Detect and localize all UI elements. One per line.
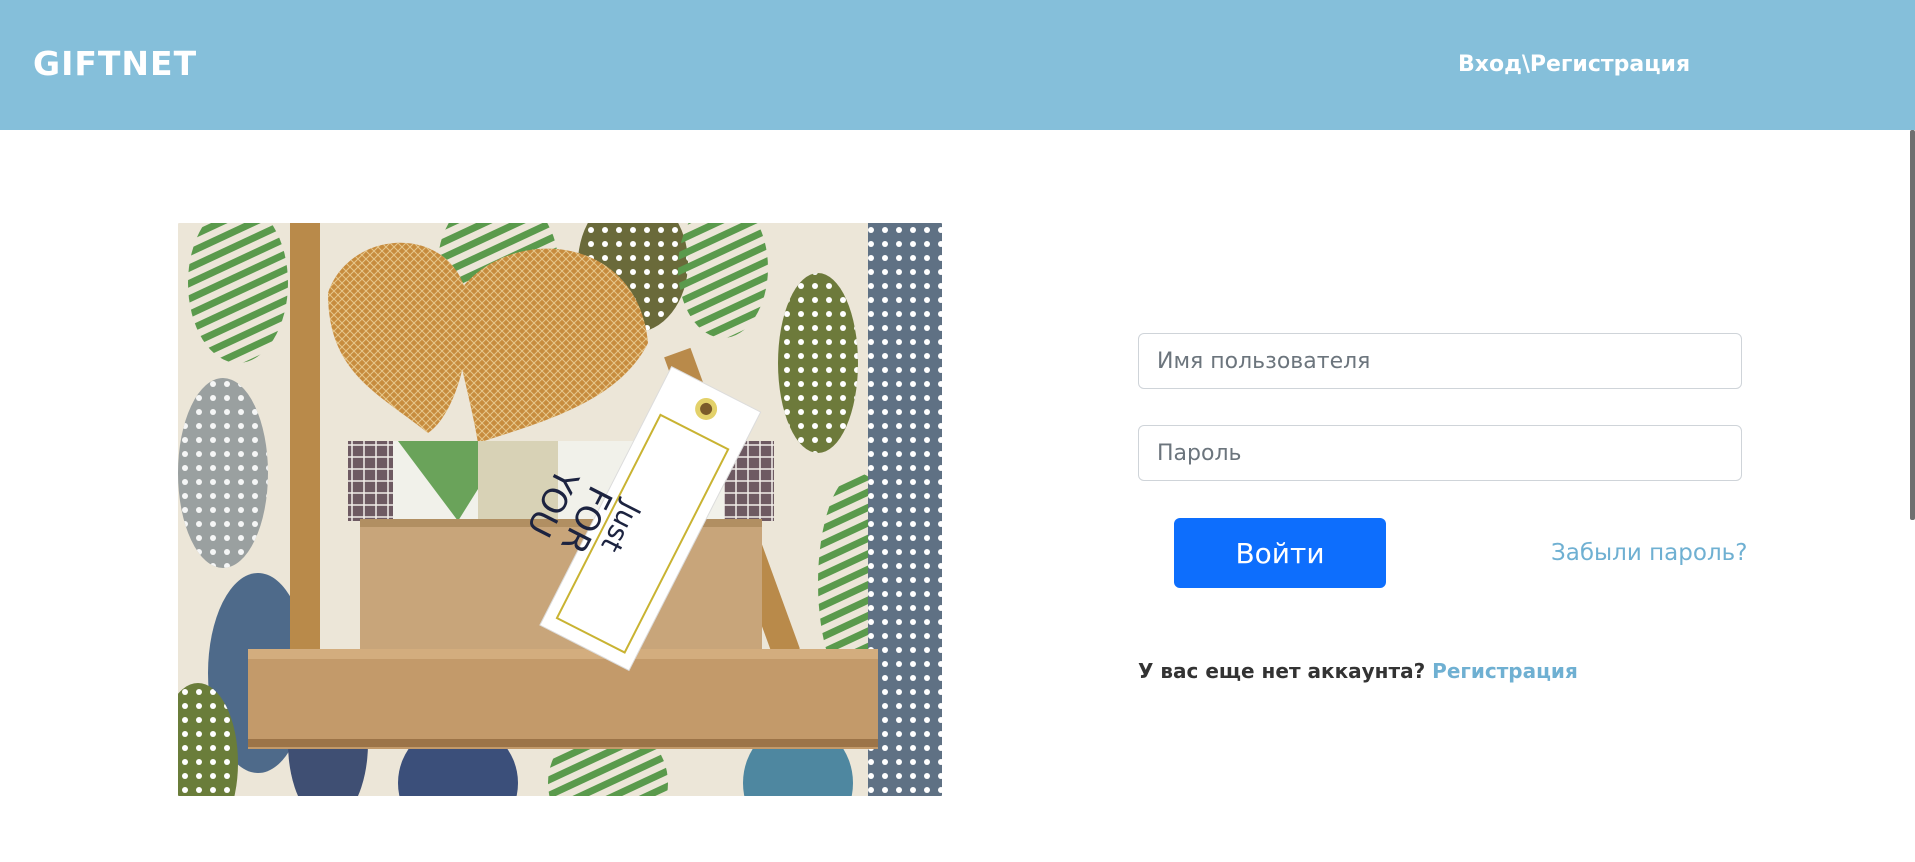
site-logo[interactable]: GIFTNET [33, 44, 197, 84]
login-register-link[interactable]: Вход\Регистрация [1458, 50, 1690, 80]
username-input[interactable] [1138, 333, 1742, 389]
page-scrollbar[interactable] [1910, 130, 1915, 520]
forgot-password-link[interactable]: Забыли пароль? [1551, 538, 1747, 568]
gift-image: Just FOR YOU [178, 223, 942, 796]
no-account-text: У вас еще нет аккаунта? [1138, 659, 1426, 683]
login-button[interactable]: Войти [1174, 518, 1386, 588]
register-link[interactable]: Регистрация [1432, 659, 1578, 683]
password-input[interactable] [1138, 425, 1742, 481]
top-navbar: GIFTNET Вход\Регистрация [0, 0, 1915, 130]
no-account-prompt: У вас еще нет аккаунта? Регистрация [1138, 656, 1578, 686]
